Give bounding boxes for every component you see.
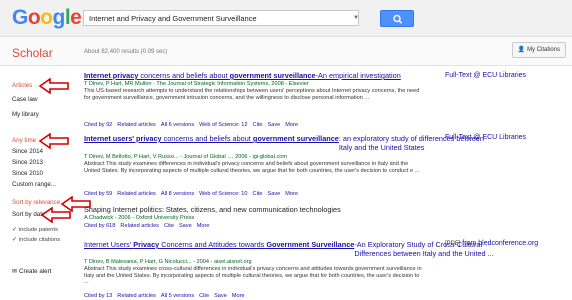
result-title-part: concerns and beliefs about [161, 134, 253, 143]
related-articles-link[interactable]: Related articles [117, 293, 156, 299]
versions-link[interactable]: All 8 versions [161, 191, 194, 197]
logo-letter: o [27, 6, 41, 29]
caret-down-icon[interactable]: ▼ [353, 10, 361, 26]
result-authors: A Chadwick - 2006 - Oxford University Pr… [84, 215, 195, 221]
cited-by-link[interactable]: Cited by 59 [84, 191, 112, 197]
versions-link[interactable]: All 6 versions [161, 122, 194, 128]
fulltext-link[interactable]: Full-Text @ ECU Libraries [445, 134, 526, 141]
save-link[interactable]: Save [179, 223, 192, 229]
annotation-arrow-icon [40, 207, 71, 223]
more-link[interactable]: More [197, 223, 210, 229]
sidebar-item-sort-relevance[interactable]: Sort by relevance [12, 199, 60, 206]
create-alert-button[interactable]: ✉ Create alert [12, 268, 51, 275]
result-snippet: This US-based research attempts to under… [84, 88, 420, 101]
result-title-part: -An empirical investigation [315, 71, 401, 80]
search-button[interactable] [380, 10, 414, 27]
save-link[interactable]: Save [214, 293, 227, 299]
my-citations-label: My Citations [527, 47, 561, 53]
result-title-part: government surveillance [252, 134, 339, 143]
fulltext-label: from bledconference.org [462, 240, 539, 247]
result-links: Cited by 13 Related articles All 5 version… [84, 293, 250, 299]
sidebar-item-articles[interactable]: Articles [12, 82, 32, 89]
include-citations-label: include citations [18, 237, 61, 243]
result-authors: T Dinev, M Bellotto, P Hart, V Russo... … [84, 154, 288, 160]
sidebar-item-since-2014[interactable]: Since 2014 [12, 148, 43, 155]
result-title-link[interactable]: Internet privacy concerns and beliefs ab… [84, 71, 401, 80]
result-links: Cited by 59 Related articles All 8 version… [84, 191, 303, 197]
related-articles-link[interactable]: Related articles [117, 122, 156, 128]
result-authors: T Dinev, P Hart, MR Mullen - The Journal… [84, 81, 309, 87]
include-patents-label: include patents [18, 227, 58, 233]
result-snippet: Abstract This study examines cross-cultu… [84, 266, 422, 286]
result-snippet: Abstract This study examines differences… [84, 161, 420, 174]
cited-by-link[interactable]: Cited by 13 [84, 293, 112, 299]
logo-letter: g [52, 6, 66, 29]
sidebar-item-since-2013[interactable]: Since 2013 [12, 159, 43, 166]
web-of-science-link[interactable]: Web of Science: 10 [199, 191, 247, 197]
my-citations-button[interactable]: 👤 My Citations [512, 42, 566, 58]
result-title-link[interactable]: Internet users' privacy concerns and bel… [84, 134, 499, 152]
more-link[interactable]: More [232, 293, 245, 299]
search-icon [393, 14, 403, 24]
related-articles-link[interactable]: Related articles [117, 191, 156, 197]
result-title-part: Government Surveillance [266, 240, 355, 249]
include-patents-option[interactable]: ✓ include patents [12, 227, 58, 233]
save-link[interactable]: Save [267, 191, 280, 197]
result-title-part: concerns and beliefs about [138, 71, 230, 80]
result-title-part: Internet Users' [84, 240, 134, 249]
sidebar-item-my-library[interactable]: My library [12, 111, 39, 118]
person-icon: 👤 [517, 47, 526, 53]
cite-link[interactable]: Cite [164, 223, 174, 229]
checkmark-icon: ✓ [12, 237, 17, 243]
save-link[interactable]: Save [267, 122, 280, 128]
versions-link[interactable]: All 5 versions [161, 293, 194, 299]
result-title-part: Concerns and Attitudes towards [159, 240, 267, 249]
annotation-arrow-icon [38, 133, 69, 149]
result-authors: T Dinev, B Malesania, P Hart, G Nicolucc… [84, 259, 252, 265]
sidebar-item-custom-range[interactable]: Custom range... [12, 181, 56, 188]
cite-link[interactable]: Cite [199, 293, 209, 299]
web-of-science-link[interactable]: Web of Science: 12 [199, 122, 247, 128]
page-title[interactable]: Scholar [12, 46, 53, 60]
related-articles-link[interactable]: Related articles [120, 223, 159, 229]
cite-link[interactable]: Cite [253, 191, 263, 197]
result-links: Cited by 618 Related articles Cite Save More [84, 223, 214, 229]
more-link[interactable]: More [285, 191, 298, 197]
logo-letter: o [40, 6, 53, 29]
result-title-part: Internet users' privacy [84, 134, 162, 143]
include-citations-option[interactable]: ✓ include citations [12, 237, 60, 243]
logo-letter: G [12, 6, 28, 29]
fulltext-link[interactable]: Full-Text @ ECU Libraries [445, 72, 526, 79]
checkmark-icon: ✓ [12, 227, 17, 233]
result-title-part: Privacy [133, 240, 160, 249]
sidebar-item-any-time[interactable]: Any time [12, 137, 36, 144]
result-links: Cited by 92 Related articles All 6 version… [84, 122, 303, 128]
result-title-part: government surveillance [229, 71, 316, 80]
pdf-tag: [PDF] [445, 241, 461, 247]
result-title-link[interactable]: Shaping Internet politics: States, citiz… [84, 205, 341, 214]
logo-letter: e [70, 6, 82, 29]
cited-by-link[interactable]: Cited by 92 [84, 122, 112, 128]
search-input[interactable]: Internet and Privacy and Government Surv… [83, 10, 359, 26]
annotation-arrow-icon [38, 78, 69, 94]
results-count: About 82,400 results (0.09 sec) [84, 49, 168, 55]
cited-by-link[interactable]: Cited by 618 [84, 223, 115, 229]
more-link[interactable]: More [285, 122, 298, 128]
cite-link[interactable]: Cite [253, 122, 263, 128]
fulltext-link[interactable]: [PDF] from bledconference.org [445, 240, 538, 247]
sidebar-item-case-law[interactable]: Case law [12, 96, 37, 103]
envelope-icon: ✉ [12, 269, 18, 275]
sidebar-item-since-2010[interactable]: Since 2010 [12, 170, 43, 177]
google-logo[interactable]: Google [12, 6, 82, 30]
create-alert-label: Create alert [19, 268, 52, 275]
result-title-link[interactable]: Internet Users' Privacy Concerns and Att… [84, 240, 504, 258]
result-title-part: Internet privacy [84, 71, 139, 80]
result-title-part: Shaping Internet politics: States, citiz… [84, 205, 341, 214]
